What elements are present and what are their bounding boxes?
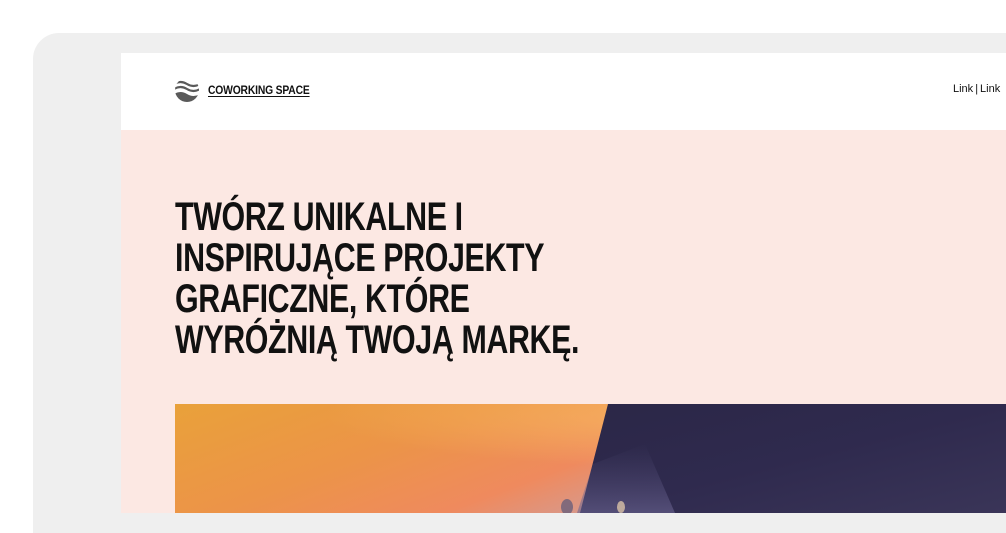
top-nav: Link | Link	[953, 83, 1000, 95]
hero-abstract-image	[175, 404, 1006, 513]
site-header: COWORKING SPACE Link | Link	[121, 53, 1006, 130]
nav-link-1[interactable]: Link	[953, 83, 973, 95]
nav-link-2[interactable]: Link	[980, 83, 1000, 95]
website-screen: COWORKING SPACE Link | Link TWÓRZ UNIKALNE…	[121, 53, 1006, 513]
logo-link[interactable]: COWORKING SPACE	[174, 75, 326, 105]
logo-text: COWORKING SPACE	[208, 83, 310, 97]
wave-stack-icon	[175, 80, 199, 102]
hero-title: TWÓRZ UNIKALNE I INSPIRUJĄCE PROJEKTY GR…	[175, 195, 580, 362]
hero-image	[175, 404, 1006, 513]
